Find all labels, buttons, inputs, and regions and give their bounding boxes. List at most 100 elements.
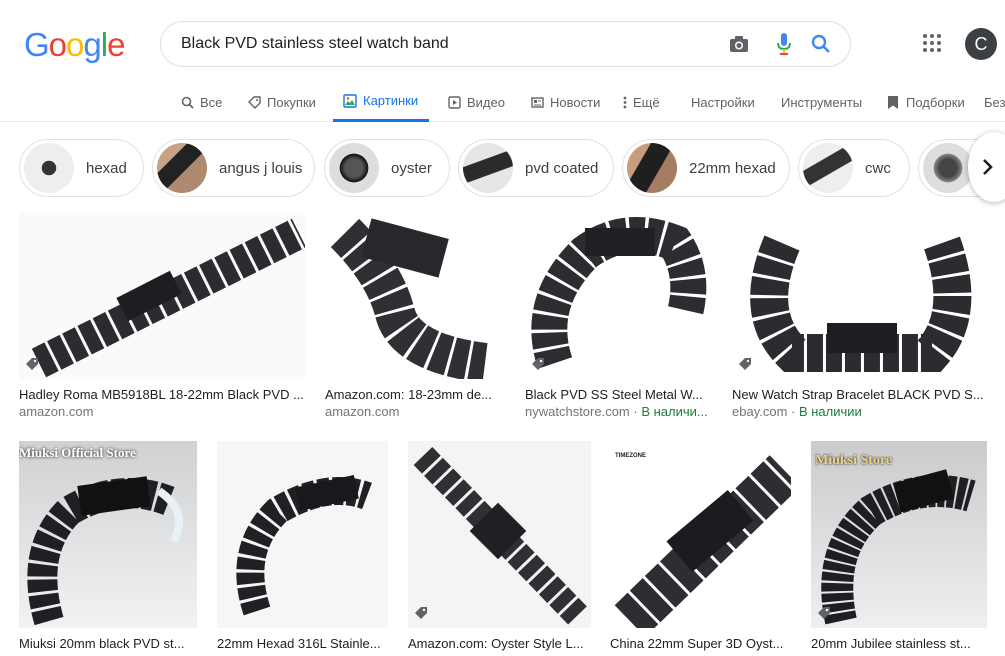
result-title[interactable]: China 22mm Super 3D Oyst... xyxy=(610,636,791,652)
image-result[interactable]: TIMEZONE China 22mm Super 3D Oyst... xyxy=(610,441,791,652)
result-image[interactable] xyxy=(325,213,506,379)
chip-thumbnail xyxy=(803,143,853,193)
chevron-right-icon xyxy=(983,159,993,175)
tab-label: Подборки xyxy=(906,94,965,110)
shopping-tag-icon xyxy=(817,606,831,620)
image-result[interactable]: New Watch Strap Bracelet BLACK PVD S... … xyxy=(732,213,987,421)
chip-label: angus j louis xyxy=(219,159,303,177)
result-domain: amazon.com xyxy=(325,404,400,419)
result-source: amazon.com xyxy=(19,403,305,421)
tab-settings[interactable]: Настройки xyxy=(691,82,755,122)
news-icon xyxy=(530,95,544,109)
in-stock-label: В наличии xyxy=(798,404,862,419)
tab-label: Видео xyxy=(467,94,505,110)
tab-video[interactable]: Видео xyxy=(447,82,505,122)
search-icon[interactable] xyxy=(810,33,832,55)
image-result[interactable]: Amazon.com: 18-23mm de... amazon.com xyxy=(325,213,506,421)
result-title[interactable]: Amazon.com: Oyster Style L... xyxy=(408,636,591,652)
result-source: amazon.com xyxy=(325,403,506,421)
tab-shopping[interactable]: Покупки xyxy=(247,82,316,122)
shopping-tag-icon xyxy=(738,357,752,371)
result-image[interactable] xyxy=(408,441,591,628)
shopping-tag-icon xyxy=(414,606,428,620)
result-image[interactable]: Miuksi Official Store xyxy=(19,441,197,628)
result-title[interactable]: Black PVD SS Steel Metal W... xyxy=(525,387,712,403)
tab-tools[interactable]: Инструменты xyxy=(781,82,862,122)
chip-22mm-hexad[interactable]: 22mm hexad xyxy=(622,139,790,197)
tag-icon xyxy=(247,95,261,109)
result-image[interactable] xyxy=(525,213,712,379)
bookmark-icon xyxy=(886,95,900,109)
result-title[interactable]: 20mm Jubilee stainless st... xyxy=(811,636,987,652)
result-title[interactable]: New Watch Strap Bracelet BLACK PVD S... xyxy=(732,387,987,403)
chip-thumbnail xyxy=(463,143,513,193)
chip-pvd-coated[interactable]: pvd coated xyxy=(458,139,614,197)
image-result[interactable]: Hadley Roma MB5918BL 18-22mm Black PVD .… xyxy=(19,213,305,421)
result-domain: ebay.com xyxy=(732,404,788,419)
image-watermark: Miuksi Official Store xyxy=(19,445,136,460)
result-image[interactable] xyxy=(19,213,305,379)
search-box xyxy=(160,21,851,67)
tab-label: Покупки xyxy=(267,94,316,110)
chip-oyster[interactable]: oyster xyxy=(324,139,450,197)
result-title[interactable]: Hadley Roma MB5918BL 18-22mm Black PVD .… xyxy=(19,387,305,403)
google-logo[interactable]: Google xyxy=(24,26,125,64)
shopping-tag-icon xyxy=(531,357,545,371)
search-tabs: Все Покупки Картинки Видео Новости Ещё Н… xyxy=(0,82,1005,122)
tab-safesearch[interactable]: Без xyxy=(984,82,1005,122)
chip-label: hexad xyxy=(86,159,127,177)
chip-thumbnail xyxy=(24,143,74,193)
chip-label: 22mm hexad xyxy=(689,159,776,177)
tab-label: Все xyxy=(200,94,223,110)
chip-hexad[interactable]: hexad xyxy=(19,139,144,197)
tab-collections[interactable]: Подборки xyxy=(886,82,965,122)
image-result[interactable]: 22mm Hexad 316L Stainle... xyxy=(217,441,388,652)
result-source: ebay.com · В наличии xyxy=(732,404,862,419)
chip-thumbnail xyxy=(157,143,207,193)
result-image[interactable] xyxy=(732,213,987,379)
tab-label: Без xyxy=(984,94,1005,110)
tab-label: Настройки xyxy=(691,94,755,110)
tab-label: Инструменты xyxy=(781,94,863,110)
chip-thumbnail xyxy=(923,143,973,193)
chip-label: pvd coated xyxy=(525,159,599,177)
tab-news[interactable]: Новости xyxy=(530,82,600,122)
chip-cwc[interactable]: cwc xyxy=(798,139,910,197)
more-vert-icon xyxy=(622,95,628,109)
tab-label: Новости xyxy=(550,94,601,110)
image-icon xyxy=(343,93,357,108)
microphone-icon[interactable] xyxy=(773,33,795,55)
in-stock-label: В наличи... xyxy=(641,404,708,419)
result-image[interactable] xyxy=(217,441,388,628)
shopping-tag-icon xyxy=(25,357,39,371)
chip-angus-j-louis[interactable]: angus j louis xyxy=(152,139,315,197)
result-domain: nywatchstore.com xyxy=(525,404,630,419)
image-watermark: Miuksi Store xyxy=(815,453,893,468)
related-searches: hexad angus j louis oyster pvd coated 22… xyxy=(0,138,1005,198)
result-image[interactable]: Miuksi Store xyxy=(811,441,987,628)
chip-thumbnail xyxy=(627,143,677,193)
result-title[interactable]: Amazon.com: 18-23mm de... xyxy=(325,387,506,403)
play-icon xyxy=(447,95,461,109)
image-result[interactable]: Amazon.com: Oyster Style L... xyxy=(408,441,591,652)
avatar[interactable]: C xyxy=(965,28,997,60)
result-title[interactable]: 22mm Hexad 316L Stainle... xyxy=(217,636,388,652)
image-result[interactable]: Black PVD SS Steel Metal W... nywatchsto… xyxy=(525,213,712,421)
image-result[interactable]: Miuksi Store 20mm Jubilee stainless st..… xyxy=(811,441,987,652)
chip-label: oyster xyxy=(391,159,432,177)
camera-icon[interactable] xyxy=(728,33,750,55)
brand-logo: TIMEZONE xyxy=(615,453,646,459)
result-source: nywatchstore.com · В наличи... xyxy=(525,404,708,419)
result-domain: amazon.com xyxy=(19,404,94,419)
search-input[interactable] xyxy=(181,35,701,53)
result-title[interactable]: Miuksi 20mm black PVD st... xyxy=(19,636,197,652)
image-result[interactable]: Miuksi Official Store Miuksi 20mm black … xyxy=(19,441,197,652)
tab-label: Ещё xyxy=(633,94,660,110)
tab-all[interactable]: Все xyxy=(180,82,222,122)
result-image[interactable]: TIMEZONE xyxy=(610,441,791,628)
tab-more[interactable]: Ещё xyxy=(622,82,660,122)
tab-images[interactable]: Картинки xyxy=(333,82,430,122)
chip-thumbnail xyxy=(329,143,379,193)
search-icon xyxy=(180,95,194,109)
apps-grid-icon[interactable] xyxy=(922,33,944,55)
